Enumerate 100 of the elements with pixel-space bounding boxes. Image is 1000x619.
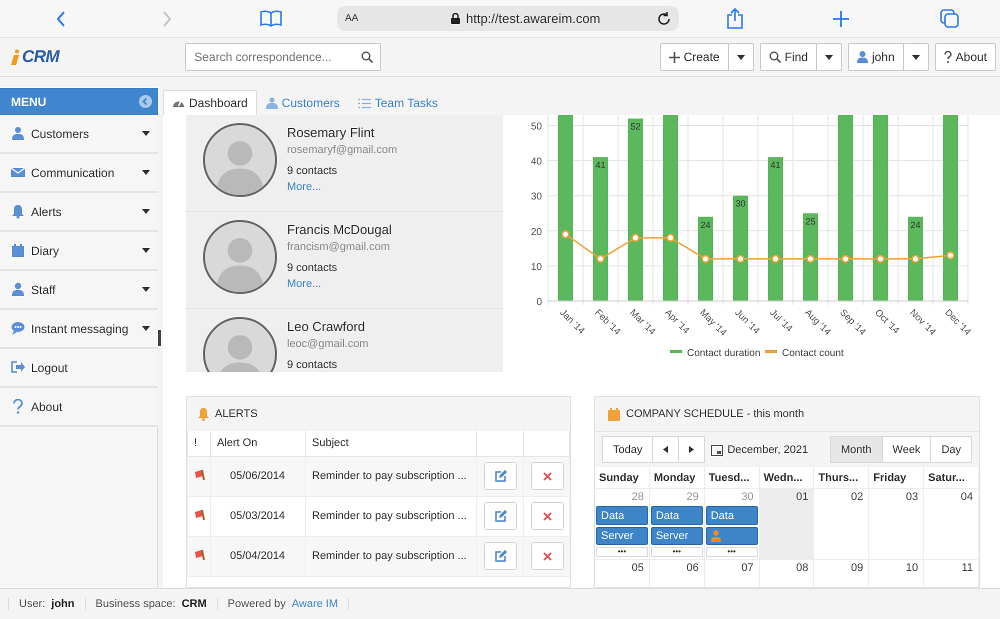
scrollbar-thumb[interactable] xyxy=(158,330,161,346)
period-label: December, 2021 xyxy=(727,444,808,456)
calendar-event[interactable]: Server xyxy=(650,526,703,546)
calendar-event[interactable] xyxy=(706,526,758,546)
day-number: 02 xyxy=(850,491,864,505)
column-header: ! xyxy=(188,431,210,456)
calendar-event[interactable]: Server xyxy=(596,526,648,546)
back-icon[interactable] xyxy=(56,10,66,26)
caret-icon xyxy=(142,209,150,214)
day-number: 01 xyxy=(795,491,810,505)
axis-label: Aug '14 xyxy=(802,307,833,338)
caret-icon xyxy=(824,54,833,60)
axis-label: Jul '14 xyxy=(767,307,794,334)
axis-label: Jan '14 xyxy=(557,307,587,337)
plus-icon[interactable] xyxy=(833,10,849,26)
calendar-day[interactable]: 01 xyxy=(760,488,814,559)
previous-button[interactable] xyxy=(653,436,680,463)
view-button[interactable]: Day xyxy=(931,436,972,463)
calendar-event[interactable]: Data xyxy=(650,506,703,525)
calendar-icon xyxy=(11,243,25,258)
day-number: 04 xyxy=(960,491,974,505)
share-icon[interactable] xyxy=(727,8,743,29)
day-header: Tuesd... xyxy=(704,467,760,488)
contact-email: leoc@gmail.com xyxy=(287,338,368,350)
day-number: 28 xyxy=(630,491,645,504)
caret-icon xyxy=(736,54,745,60)
chart-point xyxy=(596,254,605,263)
axis-label: 40 xyxy=(530,156,542,168)
calendar-day[interactable]: 04 xyxy=(924,488,979,559)
delete-button[interactable] xyxy=(531,502,564,530)
customers-icon xyxy=(11,126,25,141)
calendar-day[interactable]: 30 Data ••• xyxy=(704,488,760,559)
delete-button[interactable] xyxy=(531,542,564,570)
user-menu-button[interactable]: john xyxy=(848,43,904,71)
reload-icon[interactable] xyxy=(657,12,671,26)
url-text: http://test.awareim.com xyxy=(466,11,602,26)
contact-count: 9 contacts xyxy=(287,165,338,177)
chart-point xyxy=(911,254,920,263)
dropdown-button[interactable] xyxy=(904,43,929,71)
axis-label: Nov '14 xyxy=(907,307,938,338)
calendar-day[interactable]: 03 xyxy=(869,488,924,559)
contact-count: 9 contacts xyxy=(287,262,338,274)
menu-title: MENU xyxy=(11,94,46,108)
delete-button[interactable] xyxy=(531,462,564,490)
table-cell: Reminder to pay subscription ... xyxy=(306,456,476,496)
customers-icon xyxy=(266,97,278,109)
legend-label: Contact duration xyxy=(687,348,760,359)
day-number: 07 xyxy=(740,562,755,576)
bar-value-label: 41 xyxy=(770,160,780,170)
flag-icon xyxy=(194,508,206,520)
toolbar-button[interactable]: Find xyxy=(760,43,817,71)
tabs-icon[interactable] xyxy=(940,9,959,28)
day-number: 30 xyxy=(740,491,755,504)
user-name: john xyxy=(51,598,74,610)
address-bar[interactable]: AA http://test.awareim.com xyxy=(337,6,679,31)
column-header: Subject xyxy=(306,431,476,456)
dropdown-button[interactable] xyxy=(728,43,754,71)
axis-label: Apr '14 xyxy=(662,307,692,336)
calendar-day[interactable]: 29 Data Server ••• xyxy=(650,488,705,559)
axis-label: Sep '14 xyxy=(837,307,868,338)
edit-button[interactable] xyxy=(484,502,517,530)
bar-value-label: 24 xyxy=(700,220,710,230)
flag-icon xyxy=(194,468,206,480)
legend-label: Contact count xyxy=(782,348,844,359)
day-header: Thurs... xyxy=(814,467,870,488)
view-button[interactable]: Month xyxy=(830,436,883,463)
calendar-day[interactable]: 28 Data Server ••• xyxy=(595,488,650,559)
view-button[interactable]: Week xyxy=(882,436,932,463)
chart-point xyxy=(771,254,780,263)
day-number: 09 xyxy=(850,562,864,576)
close-icon xyxy=(543,552,552,560)
today-button[interactable]: Today xyxy=(602,436,654,463)
more-events-button[interactable]: ••• xyxy=(596,547,648,558)
edit-button[interactable] xyxy=(484,542,517,570)
edit-button[interactable] xyxy=(484,462,517,490)
calendar-event[interactable]: Data xyxy=(706,506,758,525)
caret-icon xyxy=(142,287,150,292)
edit-icon xyxy=(494,550,506,562)
day-number: 05 xyxy=(630,562,645,576)
text-size-button[interactable]: AA xyxy=(345,13,445,24)
toolbar-button[interactable]: About xyxy=(934,43,996,71)
dropdown-button[interactable] xyxy=(816,43,842,71)
book-icon[interactable] xyxy=(260,10,282,27)
calendar-day[interactable]: 02 xyxy=(814,488,870,559)
search-field[interactable]: Search correspondence... xyxy=(185,43,382,71)
column-header: Alert On xyxy=(210,431,306,456)
axis-label: 0 xyxy=(536,297,542,308)
caret-icon xyxy=(142,170,150,175)
calendar-icon xyxy=(711,444,724,456)
toolbar-button[interactable]: Create xyxy=(660,43,729,71)
tab[interactable]: Dashboard xyxy=(163,90,257,115)
next-button[interactable] xyxy=(679,436,706,463)
more-events-button[interactable]: ••• xyxy=(706,547,758,558)
calendar-event[interactable]: Data xyxy=(596,506,648,525)
chart-point xyxy=(666,234,675,242)
axis-label: Dec '14 xyxy=(942,307,973,338)
help-icon xyxy=(944,51,952,63)
more-events-button[interactable]: ••• xyxy=(650,547,703,558)
bar-value-label: 52 xyxy=(630,122,640,132)
collapse-icon[interactable] xyxy=(139,95,152,108)
